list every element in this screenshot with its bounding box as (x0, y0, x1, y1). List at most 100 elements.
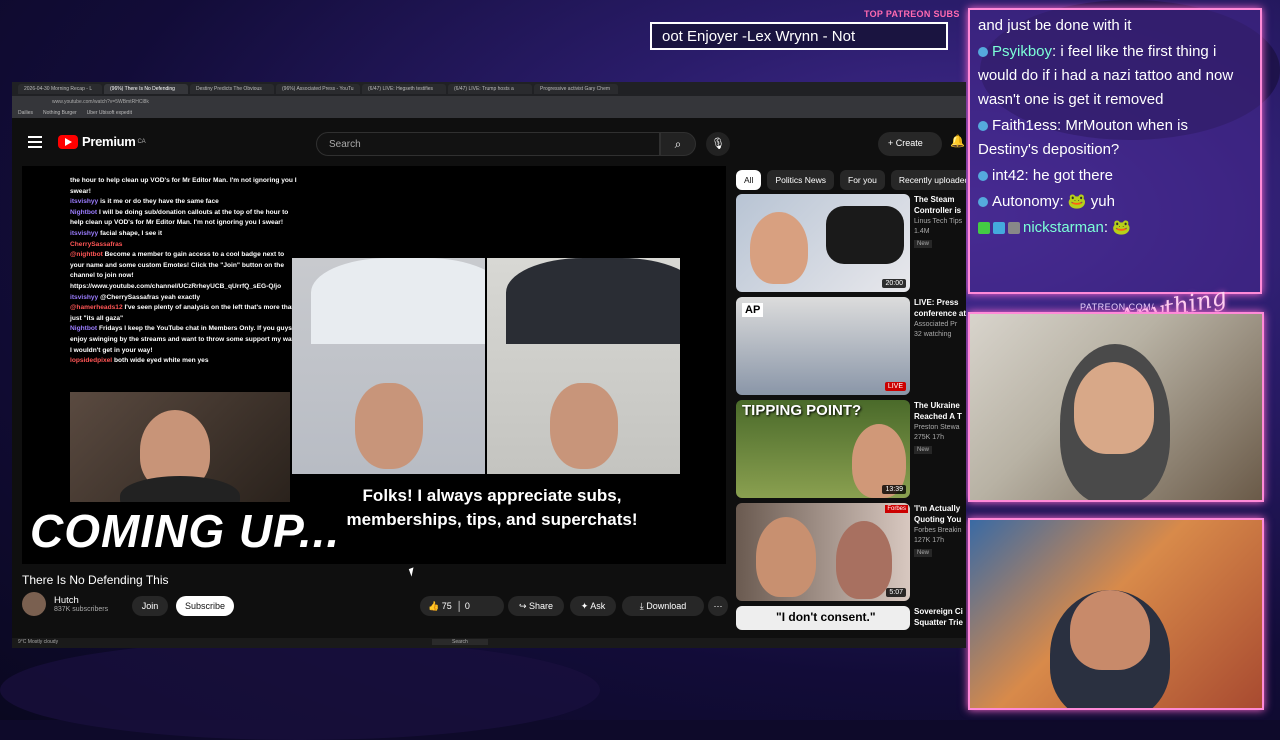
like-dislike-button[interactable]: 👍 75 │ 0 (420, 596, 504, 616)
create-button[interactable]: + Create (878, 132, 942, 156)
search-icon[interactable]: ⌕ (660, 132, 696, 156)
video-streamer-cam (70, 392, 290, 502)
chip-politics-news[interactable]: Politics News (767, 170, 834, 190)
recommendation-channel[interactable]: Associated Pr (914, 321, 957, 328)
bookmarks-bar: Dailies Nothing Burger Uber Ubisoft expe… (12, 108, 966, 118)
coming-up-title: COMING UP... (30, 505, 341, 557)
recommendation-item[interactable]: TIPPING POINT? 13:39 The Ukraine Reached … (736, 400, 966, 498)
recommendation-thumbnail[interactable]: Forbes 5:07 (736, 503, 910, 601)
video-panel-left (292, 258, 485, 474)
embedded-chat: the hour to help clean up VOD's for Mr E… (70, 176, 300, 376)
weather-widget[interactable]: 9°C Mostly cloudy (18, 639, 58, 645)
chat-user: Psyikboy (992, 43, 1053, 60)
embedded-chat-user: lopsidedpixel (70, 357, 113, 365)
recommendation-meta: 32 watching (914, 331, 952, 338)
recommendation-channel[interactable]: Linus Tech Tips (914, 218, 962, 225)
recommendation-title[interactable]: The Steam Controller is Here (914, 194, 966, 216)
taskbar-search[interactable]: Search (432, 639, 488, 645)
webcam-guest (968, 518, 1264, 710)
chat-text: and just be done with it (978, 17, 1132, 34)
embedded-chat-text: is it me or do they have the same face (100, 198, 219, 206)
embedded-chat-user: CherrySassafras (70, 240, 123, 248)
top-patreon-label: TOP PATREON SUBS (864, 9, 960, 19)
channel-avatar[interactable] (22, 592, 46, 616)
browser-tab-active[interactable]: (96%) There Is No Defending (104, 84, 188, 94)
recommendation-title[interactable]: Sovereign Ci Squatter Trie (914, 606, 966, 628)
embedded-chat-line: the hour to help clean up VOD's for Mr E… (70, 176, 300, 197)
more-options-icon[interactable]: ⋯ (708, 596, 728, 616)
share-label: Share (529, 601, 554, 611)
embedded-chat-user: Nightbot (70, 208, 98, 216)
face-shape (549, 383, 618, 470)
embedded-chat-line: Nightbot Fridays I keep the YouTube chat… (70, 324, 300, 356)
recommendation-channel[interactable]: Preston Stewa (914, 424, 960, 431)
recommendation-channel[interactable]: Forbes Breakin (914, 527, 961, 534)
chat-user: nickstarman (1023, 219, 1104, 236)
bookmark[interactable]: Uber Ubisoft expedit (87, 110, 132, 116)
chat-message: int42: he got there (978, 164, 1252, 188)
recommendation-title[interactable]: LIVE: Press conference at Miami airp (914, 297, 966, 319)
video-player[interactable]: the hour to help clean up VOD's for Mr E… (22, 166, 726, 564)
bookmark[interactable]: Nothing Burger (43, 110, 77, 116)
embedded-chat-line: @hamerheads12 I've seen plenty of analys… (70, 303, 300, 324)
recommendation-item[interactable]: "I don't consent." Sovereign Ci Squatter… (736, 606, 966, 630)
embedded-chat-line: lopsidedpixel both wide eyed white men y… (70, 356, 300, 367)
recommendation-meta: 127K 17h (914, 537, 944, 544)
browser-tab[interactable]: Destiny Predicts The Obvious (190, 84, 274, 94)
notifications-bell-icon[interactable]: 🔔 (950, 134, 965, 148)
recommendation-title[interactable]: 'I'm Actually Quoting You Directly, Mr. (914, 503, 966, 525)
browser-tab[interactable]: 2026-04-30 Morning Recap - L (18, 84, 102, 94)
recommendation-item[interactable]: AP LIVE LIVE: Press conference at Miami a… (736, 297, 966, 395)
chip-all[interactable]: All (736, 170, 762, 190)
browser-tab[interactable]: Progressive activist Gary Chem (534, 84, 618, 94)
region-label: CA (137, 138, 146, 145)
chip-recently-uploaded[interactable]: Recently uploaded (890, 170, 966, 190)
embedded-chat-user: itsvishyy (70, 229, 99, 237)
recommendation-item[interactable]: 20:00 The Steam Controller is Here Linus… (736, 194, 966, 292)
bookmark[interactable]: Dailies (18, 110, 33, 116)
twitch-icon (978, 197, 988, 208)
share-icon: ↪ (518, 601, 527, 611)
recommendation-meta: 1.4M (914, 228, 930, 235)
browser-tab[interactable]: (6/47) LIVE: Trump hosts a (448, 84, 532, 94)
share-button[interactable]: ↪ Share (508, 596, 564, 616)
brand-label: Premium (82, 134, 136, 149)
chat-user: Faith1ess (992, 117, 1058, 134)
search-input[interactable]: Search (316, 132, 660, 156)
subscribe-button[interactable]: Subscribe (176, 596, 234, 616)
browser-tab[interactable]: (96%) Associated Press - YouTu (276, 84, 360, 94)
browser-tab[interactable]: (6/47) LIVE: Hegseth testifies (362, 84, 446, 94)
chat-message: Autonomy: 🐸 yuh (978, 190, 1252, 214)
new-badge: New (914, 240, 933, 248)
embedded-chat-line: Nightbot I will be doing sub/donation ca… (70, 208, 300, 229)
emote-icon: 🐸 (1112, 219, 1131, 236)
channel-info: Hutch 837K subscribers (22, 592, 108, 616)
twitch-icon (978, 47, 988, 58)
recommendation-item[interactable]: Forbes 5:07 'I'm Actually Quoting You Dir… (736, 503, 966, 601)
chip-for-you[interactable]: For you (840, 170, 885, 190)
twitch-icon (978, 171, 988, 182)
recommendation-thumbnail[interactable]: TIPPING POINT? 13:39 (736, 400, 910, 498)
channel-name[interactable]: Hutch (54, 595, 108, 606)
streamer-body (120, 476, 240, 502)
ground-silhouette (0, 640, 600, 740)
embedded-chat-line: itsvishyy is it me or do they have the s… (70, 197, 300, 208)
download-button[interactable]: ⤓ Download (622, 596, 704, 616)
embedded-chat-user: itsvishyy (70, 293, 99, 301)
recommendation-title[interactable]: The Ukraine Reached A T (914, 400, 966, 422)
recommendation-thumbnail[interactable]: "I don't consent." (736, 606, 910, 630)
youtube-logo[interactable]: Premium CA (58, 134, 146, 149)
recommendation-thumbnail[interactable]: AP LIVE (736, 297, 910, 395)
address-bar[interactable]: www.youtube.com/watch?v=5WBmtRHCl8k (12, 96, 966, 108)
hamburger-menu-icon[interactable] (28, 136, 42, 148)
join-button[interactable]: Join (132, 596, 168, 616)
chat-user: int42 (992, 167, 1025, 184)
dislike-count: 0 (464, 601, 470, 611)
webcam-host (968, 312, 1264, 502)
caption-line: Folks! I always appreciate subs, (362, 486, 622, 505)
microphone-icon[interactable]: 🎙 (706, 132, 730, 156)
new-badge: New (914, 446, 933, 454)
ask-button[interactable]: ✦ Ask (570, 596, 616, 616)
recommendation-thumbnail[interactable]: 20:00 (736, 194, 910, 292)
duration-badge: 20:00 (882, 279, 906, 288)
